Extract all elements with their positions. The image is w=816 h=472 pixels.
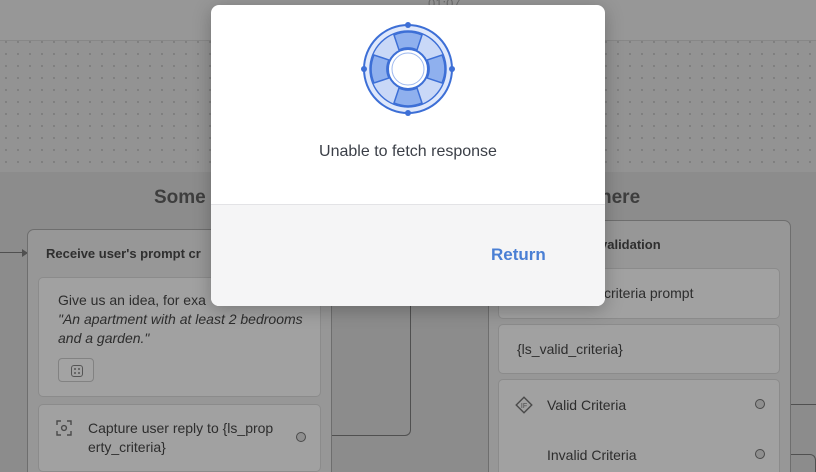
criteria-prompt-label: criteria prompt <box>604 285 694 301</box>
prompt-step-line2: "An apartment with at least 2 bedrooms <box>58 311 303 327</box>
capture-output-port[interactable] <box>296 432 306 442</box>
lane-title-left: Some <box>154 187 206 208</box>
capture-step[interactable] <box>38 404 321 472</box>
lane-title-right: here <box>600 187 641 208</box>
valid-criteria-path: Valid Criteria <box>547 397 627 413</box>
modal-footer: Return <box>211 204 605 306</box>
svg-text:IF: IF <box>521 403 527 410</box>
left-block-title: Receive user's prompt cr <box>46 246 201 261</box>
invalid-criteria-port[interactable] <box>755 449 765 459</box>
condition-icon: IF <box>515 396 533 414</box>
condition-step[interactable] <box>498 379 780 472</box>
capture-icon <box>56 420 72 436</box>
randomize-button[interactable] <box>58 358 94 382</box>
error-message: Unable to fetch response <box>319 143 497 160</box>
capture-step-line2: erty_criteria} <box>88 439 166 455</box>
right-block-title: validation <box>600 237 661 252</box>
invalid-criteria-path: Invalid Criteria <box>547 447 637 463</box>
valid-criteria-port[interactable] <box>755 399 765 409</box>
prompt-step-line3: and a garden." <box>58 330 150 346</box>
lifebuoy-icon <box>361 22 455 116</box>
return-button[interactable]: Return <box>485 243 552 267</box>
valid-criteria-variable-label: {ls_valid_criteria} <box>517 341 623 357</box>
error-modal: Unable to fetch response Return <box>211 5 605 306</box>
prompt-step-line1: Give us an idea, for exa <box>58 292 206 308</box>
capture-step-line1: Capture user reply to {ls_prop <box>88 420 274 436</box>
dice-icon <box>71 365 83 377</box>
